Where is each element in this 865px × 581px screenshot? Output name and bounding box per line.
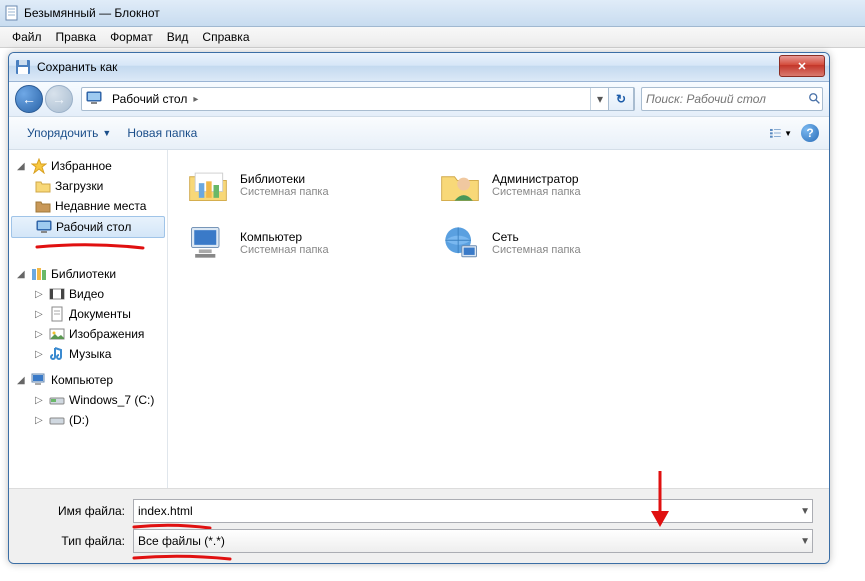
arrow-right-icon: →	[52, 91, 66, 107]
help-button[interactable]: ?	[801, 124, 819, 142]
filename-label: Имя файла:	[25, 504, 133, 518]
save-as-dialog: Сохранить как ✕ ← → Рабочий стол ▸ ▾ ↻	[8, 52, 830, 564]
dialog-footer: ▲ Скрыть папки Кодировка: ANSI ▼ Сохрани…	[9, 563, 829, 564]
bottom-fields: Имя файла: ▼ Тип файла: Все файлы (*.*) …	[9, 488, 829, 563]
annotation-underline	[132, 554, 232, 562]
close-icon: ✕	[797, 60, 806, 73]
sidebar-drive-d[interactable]: ▷(D:)	[9, 410, 167, 430]
filetype-combo[interactable]: Все файлы (*.*) ▼	[133, 529, 813, 553]
notepad-icon	[4, 5, 20, 21]
dialog-title: Сохранить как	[37, 60, 117, 74]
arrow-left-icon: ←	[22, 91, 36, 107]
sidebar-libraries[interactable]: ◢Библиотеки	[9, 264, 167, 284]
file-item[interactable]: КомпьютерСистемная папка	[180, 218, 428, 268]
dialog-content: ◢Избранное Загрузки Недавние места Рабоч…	[9, 150, 829, 488]
refresh-button[interactable]: ↻	[608, 87, 634, 111]
breadcrumb-location[interactable]: Рабочий стол	[106, 92, 193, 106]
save-icon	[15, 59, 31, 75]
main-title: Безымянный — Блокнот	[24, 6, 160, 20]
computer-icon	[184, 222, 232, 264]
recent-icon	[35, 198, 51, 214]
address-bar[interactable]: Рабочий стол ▸ ▾ ↻	[81, 87, 635, 111]
address-dropdown[interactable]: ▾	[590, 88, 609, 110]
filetype-label: Тип файла:	[25, 534, 133, 548]
dialog-toolbar: Упорядочить ▼ Новая папка ▼ ?	[9, 117, 829, 150]
folder-icon	[35, 178, 51, 194]
documents-icon	[49, 306, 65, 322]
sidebar-drive-c[interactable]: ▷Windows_7 (C:)	[9, 390, 167, 410]
sidebar-pictures[interactable]: ▷Изображения	[9, 324, 167, 344]
main-body: Сохранить как ✕ ← → Рабочий стол ▸ ▾ ↻	[0, 48, 865, 581]
filename-combo[interactable]: ▼	[133, 499, 813, 523]
drive-icon	[49, 392, 65, 408]
organize-button[interactable]: Упорядочить ▼	[19, 122, 119, 144]
back-button[interactable]: ←	[15, 85, 43, 113]
menu-help[interactable]: Справка	[196, 28, 255, 46]
drive-icon	[49, 412, 65, 428]
chevron-down-icon[interactable]: ▼	[800, 536, 810, 547]
new-folder-button[interactable]: Новая папка	[119, 122, 205, 144]
expand-icon[interactable]: ▷	[35, 309, 45, 320]
sidebar-video[interactable]: ▷Видео	[9, 284, 167, 304]
close-button[interactable]: ✕	[779, 55, 825, 77]
chevron-down-icon[interactable]: ▼	[800, 506, 810, 517]
file-item[interactable]: СетьСистемная папка	[432, 218, 680, 268]
expand-icon[interactable]: ▷	[35, 329, 45, 340]
user-icon	[436, 164, 484, 206]
pictures-icon	[49, 326, 65, 342]
menu-file[interactable]: Файл	[6, 28, 48, 46]
chevron-down-icon: ▾	[597, 92, 603, 106]
file-item[interactable]: БиблиотекиСистемная папка	[180, 160, 428, 210]
search-input[interactable]	[642, 92, 807, 106]
sidebar-recent[interactable]: Недавние места	[9, 196, 167, 216]
video-icon	[49, 286, 65, 302]
chevron-down-icon: ▼	[102, 128, 111, 138]
expand-icon[interactable]: ▷	[35, 349, 45, 360]
search-icon[interactable]	[807, 92, 822, 106]
computer-icon	[31, 372, 47, 388]
view-mode-button[interactable]: ▼	[769, 121, 793, 145]
refresh-icon: ↻	[616, 92, 626, 106]
collapse-icon[interactable]: ◢	[17, 375, 27, 386]
sidebar-favorites[interactable]: ◢Избранное	[9, 156, 167, 176]
music-icon	[49, 346, 65, 362]
filetype-value: Все файлы (*.*)	[138, 534, 225, 548]
main-menubar: Файл Правка Формат Вид Справка	[0, 27, 865, 48]
filename-input[interactable]	[138, 504, 808, 518]
collapse-icon[interactable]: ◢	[17, 161, 27, 172]
expand-icon[interactable]: ▷	[35, 415, 45, 426]
sidebar-music[interactable]: ▷Музыка	[9, 344, 167, 364]
nav-row: ← → Рабочий стол ▸ ▾ ↻	[9, 82, 829, 117]
libraries-icon	[31, 266, 47, 282]
main-titlebar[interactable]: Безымянный — Блокнот	[0, 0, 865, 27]
expand-icon[interactable]: ▷	[35, 395, 45, 406]
notepad-window: Безымянный — Блокнот Файл Правка Формат …	[0, 0, 865, 581]
star-icon	[31, 158, 47, 174]
search-box[interactable]	[641, 87, 823, 111]
help-icon: ?	[806, 126, 813, 140]
sidebar[interactable]: ◢Избранное Загрузки Недавние места Рабоч…	[9, 150, 168, 488]
collapse-icon[interactable]: ◢	[17, 269, 27, 280]
chevron-right-icon: ▸	[193, 94, 198, 105]
file-item[interactable]: АдминистраторСистемная папка	[432, 160, 680, 210]
dialog-titlebar[interactable]: Сохранить как ✕	[9, 53, 829, 82]
menu-format[interactable]: Формат	[104, 28, 159, 46]
desktop-icon	[86, 90, 102, 109]
menu-view[interactable]: Вид	[161, 28, 195, 46]
expand-icon[interactable]: ▷	[35, 289, 45, 300]
sidebar-desktop[interactable]: Рабочий стол	[11, 216, 165, 238]
sidebar-computer[interactable]: ◢Компьютер	[9, 370, 167, 390]
network-icon	[436, 222, 484, 264]
sidebar-documents[interactable]: ▷Документы	[9, 304, 167, 324]
annotation-underline	[35, 243, 145, 251]
libraries-icon	[184, 164, 232, 206]
chevron-down-icon: ▼	[784, 129, 792, 138]
files-pane[interactable]: БиблиотекиСистемная папка АдминистраторС…	[168, 150, 829, 488]
desktop-icon	[36, 219, 52, 235]
forward-button[interactable]: →	[45, 85, 73, 113]
menu-edit[interactable]: Правка	[50, 28, 103, 46]
sidebar-downloads[interactable]: Загрузки	[9, 176, 167, 196]
